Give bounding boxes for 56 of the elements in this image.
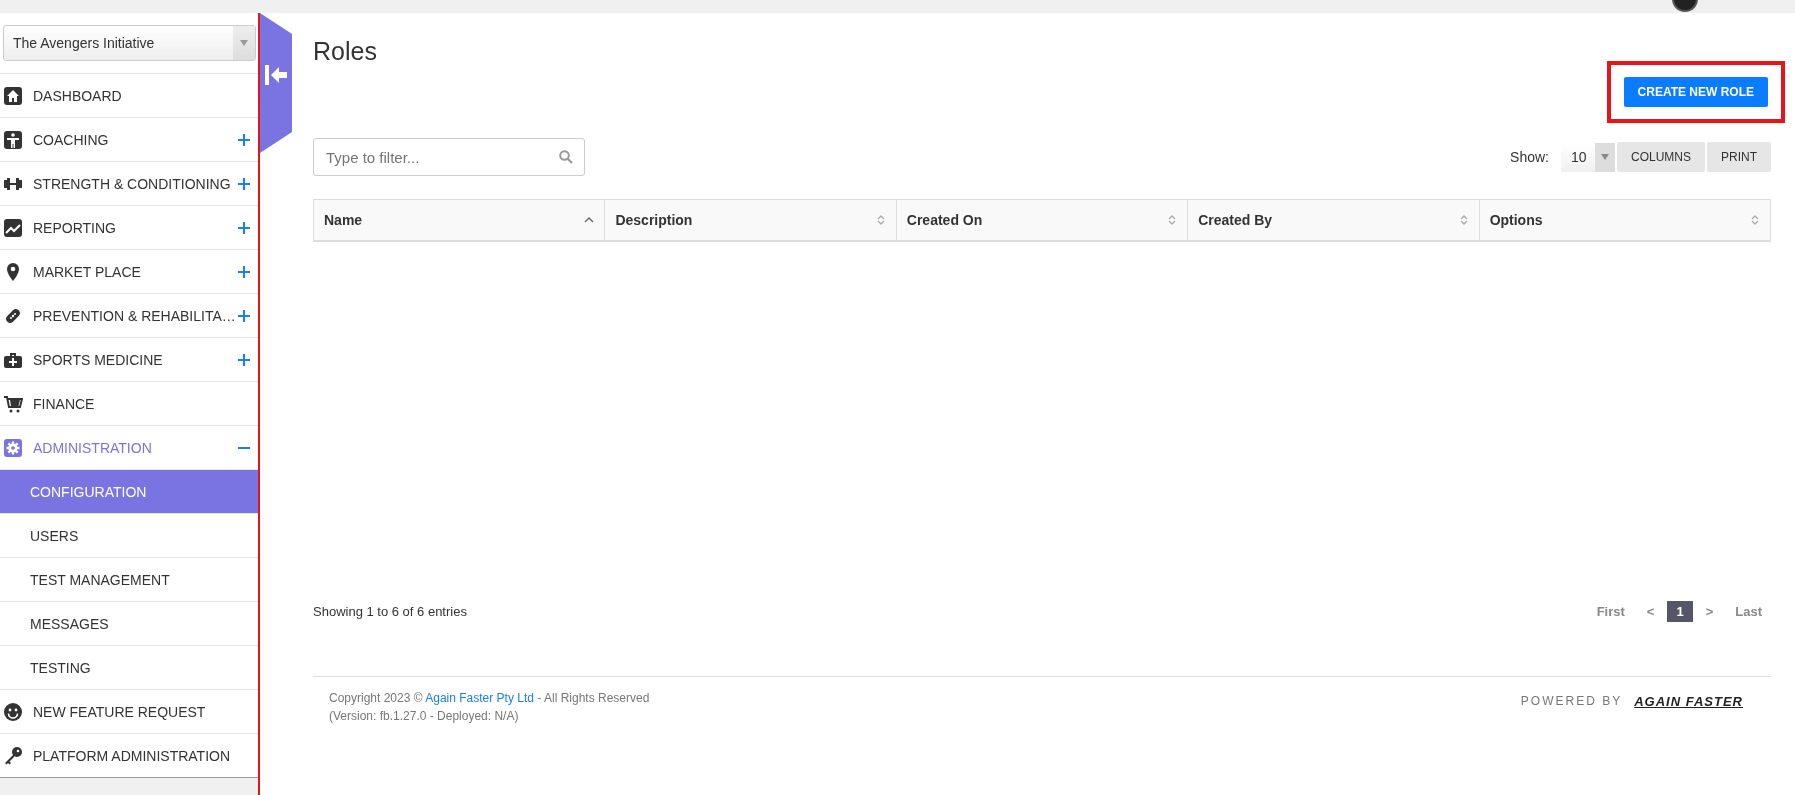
sidebar-item[interactable]: REPORTING bbox=[0, 205, 258, 249]
toolbar-button[interactable]: COLUMNS bbox=[1617, 142, 1705, 172]
house-icon bbox=[3, 85, 23, 106]
gear-icon bbox=[3, 437, 23, 458]
caret-icon bbox=[233, 26, 255, 60]
sidebar-item[interactable]: PREVENTION & REHABILITA… bbox=[0, 293, 258, 337]
filter-field[interactable]: Type to filter... bbox=[313, 138, 585, 176]
sidebar-item[interactable]: DASHBOARD bbox=[0, 73, 258, 117]
first-page-link[interactable]: First bbox=[1587, 601, 1634, 622]
column-header[interactable]: Description bbox=[604, 200, 896, 240]
expand-icon[interactable] bbox=[238, 221, 250, 234]
last-page-link[interactable]: Last bbox=[1726, 601, 1771, 622]
previous-page-link[interactable]: < bbox=[1637, 601, 1664, 622]
key-icon bbox=[3, 745, 23, 766]
sidebar-subitem[interactable]: TEST MANAGEMENT bbox=[0, 557, 258, 601]
sidebar-item[interactable]: SPORTS MEDICINE bbox=[0, 337, 258, 381]
sidebar-subitem[interactable]: USERS bbox=[0, 513, 258, 557]
version-text: (Version: fb.1.27.0 - Deployed: N/A) bbox=[329, 708, 520, 725]
column-header[interactable]: Options bbox=[1478, 200, 1771, 240]
page-size-select[interactable]: 10 bbox=[1561, 142, 1615, 172]
page-number-link[interactable]: 1 bbox=[1667, 601, 1693, 622]
company-link[interactable]: Again Faster Pty Ltd bbox=[425, 691, 534, 705]
expand-icon[interactable] bbox=[238, 265, 250, 278]
brand-logo: AGAIN FASTER bbox=[1634, 693, 1743, 709]
toolbar-button[interactable]: PRINT bbox=[1707, 142, 1771, 172]
show-label: Show: bbox=[1510, 149, 1549, 165]
collapse-arrow-icon bbox=[265, 65, 287, 85]
page-title: Roles bbox=[313, 36, 377, 67]
next-page-link[interactable]: > bbox=[1696, 601, 1723, 622]
column-header[interactable]: Name bbox=[314, 200, 605, 240]
search-icon bbox=[559, 150, 573, 164]
organisation-select[interactable]: The Avengers Initiative bbox=[3, 25, 256, 61]
column-header[interactable]: Created On bbox=[895, 200, 1188, 240]
smiley-icon bbox=[3, 701, 23, 722]
sidebar-subitem[interactable]: TESTING bbox=[0, 645, 258, 689]
sidebar-subitem[interactable]: MESSAGES bbox=[0, 601, 258, 645]
expand-icon[interactable] bbox=[238, 177, 250, 190]
sidebar-item[interactable]: NEW FEATURE REQUEST bbox=[0, 689, 258, 733]
person-icon bbox=[3, 129, 23, 150]
collapse-sidebar-tab[interactable] bbox=[260, 13, 292, 153]
copyright-text: Copyright 2023 © Again Faster Pty Ltd - All Rights Reserved bbox=[329, 690, 650, 707]
expand-icon[interactable] bbox=[238, 309, 250, 322]
caret-icon bbox=[1595, 142, 1615, 172]
table-info: Showing 1 to 6 of 6 entries bbox=[313, 604, 467, 619]
column-header[interactable]: Created By bbox=[1187, 200, 1479, 240]
sidebar-item[interactable]: STRENGTH & CONDITIONING bbox=[0, 161, 258, 205]
sidebar-item[interactable]: MARKET PLACE bbox=[0, 249, 258, 293]
create-role-button[interactable]: CREATE NEW ROLE bbox=[1623, 77, 1768, 107]
sidebar-item[interactable]: COACHING bbox=[0, 117, 258, 161]
sidebar-subitem[interactable]: CONFIGURATION bbox=[0, 469, 258, 513]
cart-icon bbox=[3, 393, 23, 414]
sidebar-item[interactable]: FINANCE bbox=[0, 381, 258, 425]
powered-by-label: POWERED BY bbox=[1520, 694, 1623, 708]
expand-icon[interactable] bbox=[238, 353, 250, 366]
expand-icon[interactable] bbox=[238, 133, 250, 146]
chart-icon bbox=[3, 217, 23, 238]
